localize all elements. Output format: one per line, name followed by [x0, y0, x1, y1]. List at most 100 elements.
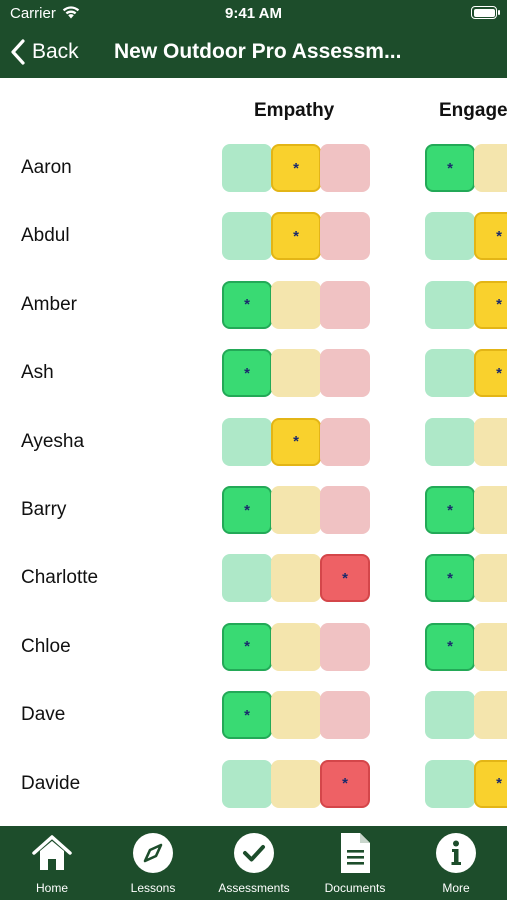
rating-green-empathy[interactable] — [222, 417, 272, 466]
rating-red-empathy[interactable] — [320, 417, 370, 466]
tab-label-assessments: Assessments — [218, 881, 290, 895]
chevron-left-icon — [11, 39, 25, 65]
rating-green-empathy[interactable]: * — [222, 280, 272, 329]
tab-documents[interactable]: Documents — [305, 826, 405, 900]
rating-green-engage[interactable]: * — [425, 622, 475, 671]
student-name: Dave — [21, 704, 66, 726]
student-name: Barry — [21, 499, 67, 520]
selected-marker: * — [496, 227, 502, 245]
selected-marker: * — [496, 296, 502, 314]
student-row: Barry * * — [0, 486, 507, 554]
rating-red-empathy[interactable] — [320, 280, 370, 329]
student-name: Ash — [21, 362, 54, 384]
rating-green-empathy[interactable]: * — [222, 486, 272, 534]
rating-red-empathy[interactable]: * — [320, 759, 370, 808]
student-row: Ayesha * — [0, 417, 507, 486]
rating-red-empathy[interactable]: * — [320, 554, 370, 603]
selected-marker: * — [342, 775, 348, 793]
rating-yellow-engage[interactable] — [474, 144, 507, 192]
column-header-empathy: Empathy — [254, 100, 335, 121]
rating-yellow-empathy[interactable]: * — [271, 212, 321, 261]
tab-home[interactable]: Home — [2, 826, 102, 900]
rating-red-empathy[interactable] — [320, 212, 370, 261]
rating-yellow-engage[interactable] — [474, 622, 507, 671]
rating-green-empathy[interactable] — [222, 554, 272, 603]
student-row: Davide * * — [0, 759, 507, 826]
rating-yellow-engage[interactable]: * — [474, 280, 507, 329]
back-button[interactable]: Back — [10, 36, 79, 68]
tab-lessons[interactable]: Lessons — [103, 826, 203, 900]
rating-green-engage[interactable]: * — [425, 486, 475, 534]
selected-marker: * — [244, 364, 250, 382]
back-label: Back — [32, 40, 79, 63]
rating-yellow-empathy[interactable] — [271, 280, 321, 329]
rating-yellow-engage[interactable] — [474, 554, 507, 603]
rating-red-empathy[interactable] — [320, 691, 370, 740]
rating-green-empathy[interactable] — [222, 759, 272, 808]
selected-marker: * — [496, 364, 502, 382]
selected-marker: * — [244, 638, 250, 656]
rating-yellow-empathy[interactable] — [271, 554, 321, 603]
column-header-engage: Engage — [439, 100, 507, 121]
home-icon — [32, 835, 72, 870]
selected-marker: * — [244, 501, 250, 519]
rating-yellow-empathy[interactable] — [271, 349, 321, 398]
status-bar: Carrier 9:41 AM — [0, 0, 507, 28]
rating-green-engage[interactable]: * — [425, 554, 475, 603]
rating-yellow-empathy[interactable] — [271, 691, 321, 740]
student-row: Ash * * — [0, 349, 507, 417]
rating-green-engage[interactable] — [425, 759, 475, 808]
rating-green-empathy[interactable]: * — [222, 622, 272, 671]
rating-green-engage[interactable] — [425, 417, 475, 466]
selected-marker: * — [447, 501, 453, 519]
tab-bar: Home Lessons Assessments Documents More — [0, 826, 507, 900]
selected-marker: * — [447, 638, 453, 656]
tab-assessments[interactable]: Assessments — [204, 826, 304, 900]
info-icon — [436, 833, 476, 873]
rating-green-empathy[interactable] — [222, 212, 272, 261]
clock: 9:41 AM — [225, 5, 282, 22]
rating-green-engage[interactable] — [425, 212, 475, 261]
assessment-grid: Empathy Engage Aaron * * Abdul * * Amber * * Ash *… — [0, 78, 507, 826]
rating-yellow-empathy[interactable]: * — [271, 417, 321, 466]
rating-green-engage[interactable]: * — [425, 144, 475, 192]
student-row: Chloe * * — [0, 622, 507, 691]
selected-marker: * — [447, 569, 453, 587]
student-name: Abdul — [21, 225, 70, 247]
rating-green-empathy[interactable]: * — [222, 691, 272, 740]
rating-yellow-engage[interactable] — [474, 486, 507, 534]
rating-yellow-engage[interactable] — [474, 691, 507, 740]
rating-green-engage[interactable] — [425, 349, 475, 398]
rating-green-empathy[interactable]: * — [222, 349, 272, 398]
student-row: Amber * * — [0, 280, 507, 349]
student-name: Charlotte — [21, 567, 99, 589]
rating-green-empathy[interactable] — [222, 144, 272, 192]
checkmark-icon — [234, 833, 274, 873]
rating-yellow-empathy[interactable] — [271, 622, 321, 671]
tab-label-lessons: Lessons — [130, 881, 176, 895]
selected-marker: * — [293, 159, 299, 177]
navigation-bar: Carrier 9:41 AM Back New Outdoor Pro Ass… — [0, 0, 507, 78]
selected-marker: * — [293, 227, 299, 245]
rating-yellow-empathy[interactable] — [271, 759, 321, 808]
selected-marker: * — [244, 296, 250, 314]
student-name: Chloe — [21, 635, 71, 657]
rating-green-engage[interactable] — [425, 280, 475, 329]
battery-icon — [471, 6, 500, 19]
rating-yellow-engage[interactable] — [474, 417, 507, 466]
rating-yellow-empathy[interactable]: * — [271, 144, 321, 192]
rating-yellow-engage[interactable]: * — [474, 349, 507, 398]
rating-red-empathy[interactable] — [320, 486, 370, 534]
rating-green-engage[interactable] — [425, 691, 475, 740]
rating-red-empathy[interactable] — [320, 144, 370, 192]
student-row: Aaron * * — [0, 144, 507, 212]
tab-more[interactable]: More — [406, 826, 506, 900]
rating-red-empathy[interactable] — [320, 349, 370, 398]
student-name: Ayesha — [21, 430, 85, 452]
compass-icon — [133, 833, 173, 873]
rating-yellow-empathy[interactable] — [271, 486, 321, 534]
rating-yellow-engage[interactable]: * — [474, 212, 507, 261]
page-title: New Outdoor Pro Assessm... — [114, 40, 402, 63]
rating-red-empathy[interactable] — [320, 622, 370, 671]
rating-yellow-engage[interactable]: * — [474, 759, 507, 808]
